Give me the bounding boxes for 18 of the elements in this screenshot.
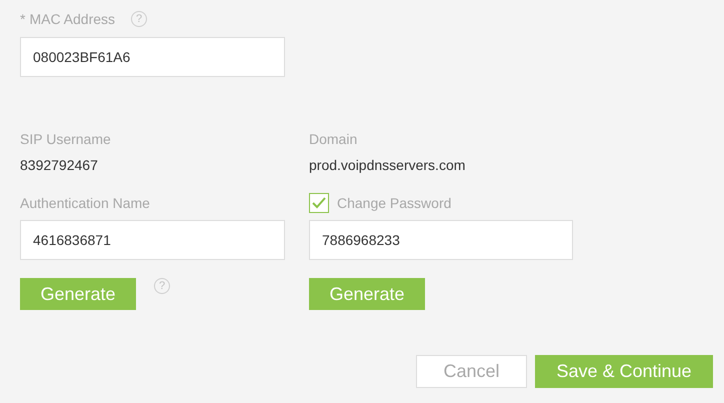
generate-button[interactable]: Generate (309, 278, 425, 310)
password-field[interactable]: 7886968233 (309, 220, 573, 260)
field-value: prod.voipdnsservers.com (309, 156, 466, 174)
required-mark: * (20, 10, 26, 28)
help-icon[interactable]: ? (131, 11, 148, 27)
change-password-checkbox[interactable] (309, 193, 329, 213)
field-label: Change Password (337, 194, 452, 212)
cancel-button[interactable]: Cancel (416, 355, 527, 388)
field-label: SIP Username (20, 130, 112, 148)
help-icon[interactable]: ? (154, 278, 170, 294)
field-label: MAC Address (29, 10, 116, 28)
field-label: Authentication Name (20, 194, 151, 213)
authentication-name-field[interactable]: 4616836871 (20, 220, 285, 260)
generate-button[interactable]: Generate (20, 278, 136, 310)
field-label: Domain (309, 130, 358, 148)
save-continue-button[interactable]: Save & Continue (535, 355, 713, 388)
mac-address-field[interactable]: 080023BF61A6 (20, 37, 285, 77)
field-value: 8392792467 (20, 156, 99, 174)
